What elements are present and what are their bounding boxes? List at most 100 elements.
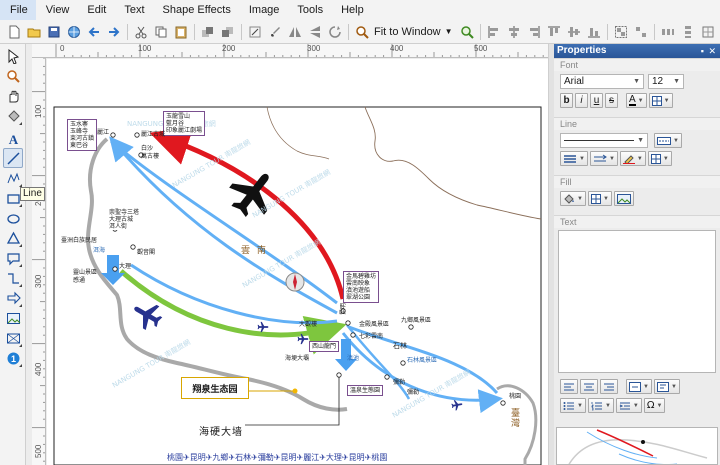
edit-shape-icon[interactable] — [246, 23, 264, 41]
align-right-icon[interactable] — [525, 23, 543, 41]
fill-image-button[interactable] — [613, 191, 634, 206]
strike-button[interactable]: s — [605, 93, 618, 108]
fill-bucket-icon[interactable] — [3, 106, 23, 126]
align-left-icon[interactable] — [485, 23, 503, 41]
zoom-tool-icon[interactable] — [3, 66, 23, 86]
toolbar-separator — [606, 23, 608, 40]
text-align-left-icon[interactable] — [560, 379, 578, 394]
distribute-h-icon[interactable] — [659, 23, 677, 41]
pin-icon[interactable]: ▪ — [701, 44, 704, 58]
group-icon[interactable] — [612, 23, 630, 41]
undo-icon[interactable] — [85, 23, 103, 41]
close-icon[interactable]: ✕ — [708, 44, 716, 58]
label-dianchi: 滇池 — [347, 355, 360, 362]
image-icon — [616, 193, 631, 204]
numbered-list-button[interactable]: ▼ — [587, 398, 614, 413]
brush-icon[interactable] — [266, 23, 284, 41]
label-jinma: 金殿風景區 — [359, 321, 390, 328]
line-color-button[interactable]: ▼ — [619, 151, 646, 166]
cut-icon[interactable] — [132, 23, 150, 41]
numbered-marker-icon[interactable]: 1 — [3, 348, 23, 368]
line-pattern-button[interactable]: ▼ — [647, 151, 672, 166]
image-insert-icon[interactable] — [3, 308, 23, 328]
paste-icon[interactable] — [172, 23, 190, 41]
line-style-select[interactable]: ▼ — [560, 133, 648, 148]
save-icon[interactable] — [45, 23, 63, 41]
menu-tools[interactable]: Tools — [287, 0, 331, 20]
ellipse-tool-icon[interactable] — [3, 208, 23, 228]
arrow-shape-icon[interactable] — [3, 288, 23, 308]
picture-frame-icon[interactable] — [3, 328, 23, 348]
connector-tool-icon[interactable] — [3, 268, 23, 288]
font-section-title: Font — [554, 58, 720, 71]
text-valign-button[interactable]: ▼ — [626, 379, 652, 394]
freehand-tool-icon[interactable] — [3, 168, 23, 188]
flip-horizontal-icon[interactable] — [286, 23, 304, 41]
numbered-list-icon — [591, 401, 602, 410]
zoom-fit-icon[interactable] — [353, 23, 371, 41]
text-background-button[interactable]: ▼ — [648, 93, 673, 108]
bold-button[interactable]: b — [560, 93, 573, 108]
line-width-button[interactable]: ▼ — [560, 151, 588, 166]
chevron-down-icon: ▼ — [673, 78, 680, 85]
underline-button[interactable]: u — [590, 93, 603, 108]
chevron-down-icon: ▼ — [656, 402, 663, 409]
route-dali-kunming-blue — [130, 263, 338, 325]
font-size-select[interactable]: 12 ▼ — [648, 74, 684, 89]
hand-pan-icon[interactable] — [3, 86, 23, 106]
line-arrow-button[interactable]: ▼ — [589, 151, 618, 166]
chevron-down-icon[interactable]: ▼ — [445, 27, 453, 36]
align-middle-icon[interactable] — [565, 23, 583, 41]
italic-button[interactable]: i — [575, 93, 588, 108]
text-box-button[interactable]: ▼ — [653, 379, 680, 394]
same-size-icon[interactable] — [699, 23, 717, 41]
callout-tool-icon[interactable] — [3, 248, 23, 268]
shape-text-input[interactable] — [558, 230, 716, 373]
zoom-level-select[interactable]: Fit to Window — [374, 26, 441, 38]
align-center-icon[interactable] — [505, 23, 523, 41]
indent-button[interactable]: ▼ — [615, 398, 642, 413]
menu-image[interactable]: Image — [239, 0, 288, 20]
text-align-right-icon[interactable] — [600, 379, 618, 394]
menu-shape-effects[interactable]: Shape Effects — [153, 0, 239, 20]
drawing-canvas[interactable]: NANGUNG TOUR 南龍旅網 NANGUNG TOUR 南龍旅網 NANG… — [47, 59, 548, 465]
triangle-tool-icon[interactable] — [3, 228, 23, 248]
menu-view[interactable]: View — [36, 0, 78, 20]
align-top-icon[interactable] — [545, 23, 563, 41]
distribute-v-icon[interactable] — [679, 23, 697, 41]
font-color-button[interactable]: A ▼ — [626, 93, 647, 108]
fill-color-button[interactable]: ▼ — [560, 191, 586, 206]
legend-box[interactable]: 翔泉生态园 — [181, 377, 249, 399]
menu-file[interactable]: File — [0, 0, 36, 20]
label-jiuxiang: 九鄉風景區 — [401, 317, 432, 324]
fill-pattern-button[interactable]: ▼ — [587, 191, 612, 206]
redo-icon[interactable] — [105, 23, 123, 41]
text-align-center-icon[interactable] — [580, 379, 598, 394]
plane-icon: ✈ — [341, 453, 349, 462]
menu-help[interactable]: Help — [331, 0, 372, 20]
font-name-select[interactable]: Arial ▼ — [560, 74, 644, 89]
zoom-in-icon[interactable] — [458, 23, 476, 41]
line-tool-icon[interactable] — [3, 148, 23, 168]
align-bottom-icon[interactable] — [585, 23, 603, 41]
horizontal-ruler[interactable]: 0 100 200 300 400 500 — [32, 44, 548, 58]
send-back-icon[interactable] — [219, 23, 237, 41]
line-dash-button[interactable]: ▼ — [654, 133, 682, 148]
ungroup-icon[interactable] — [632, 23, 650, 41]
bullet-list-button[interactable]: ▼ — [560, 398, 586, 413]
bring-front-icon[interactable] — [199, 23, 217, 41]
insert-symbol-button[interactable]: Ω ▼ — [643, 398, 666, 413]
copy-icon[interactable] — [152, 23, 170, 41]
open-folder-icon[interactable] — [25, 23, 43, 41]
menu-text[interactable]: Text — [114, 0, 152, 20]
text-tool-icon[interactable]: A — [3, 128, 23, 148]
globe-icon[interactable] — [65, 23, 83, 41]
navigator-thumbnail[interactable] — [556, 427, 718, 465]
rotate-icon[interactable] — [326, 23, 344, 41]
vertical-ruler[interactable]: 100 200 300 400 500 — [32, 58, 46, 465]
select-arrow-icon[interactable] — [3, 46, 23, 66]
label-dabanqiao: 大觀樓 — [299, 321, 318, 328]
new-file-icon[interactable] — [5, 23, 23, 41]
flip-vertical-icon[interactable] — [306, 23, 324, 41]
menu-edit[interactable]: Edit — [77, 0, 114, 20]
